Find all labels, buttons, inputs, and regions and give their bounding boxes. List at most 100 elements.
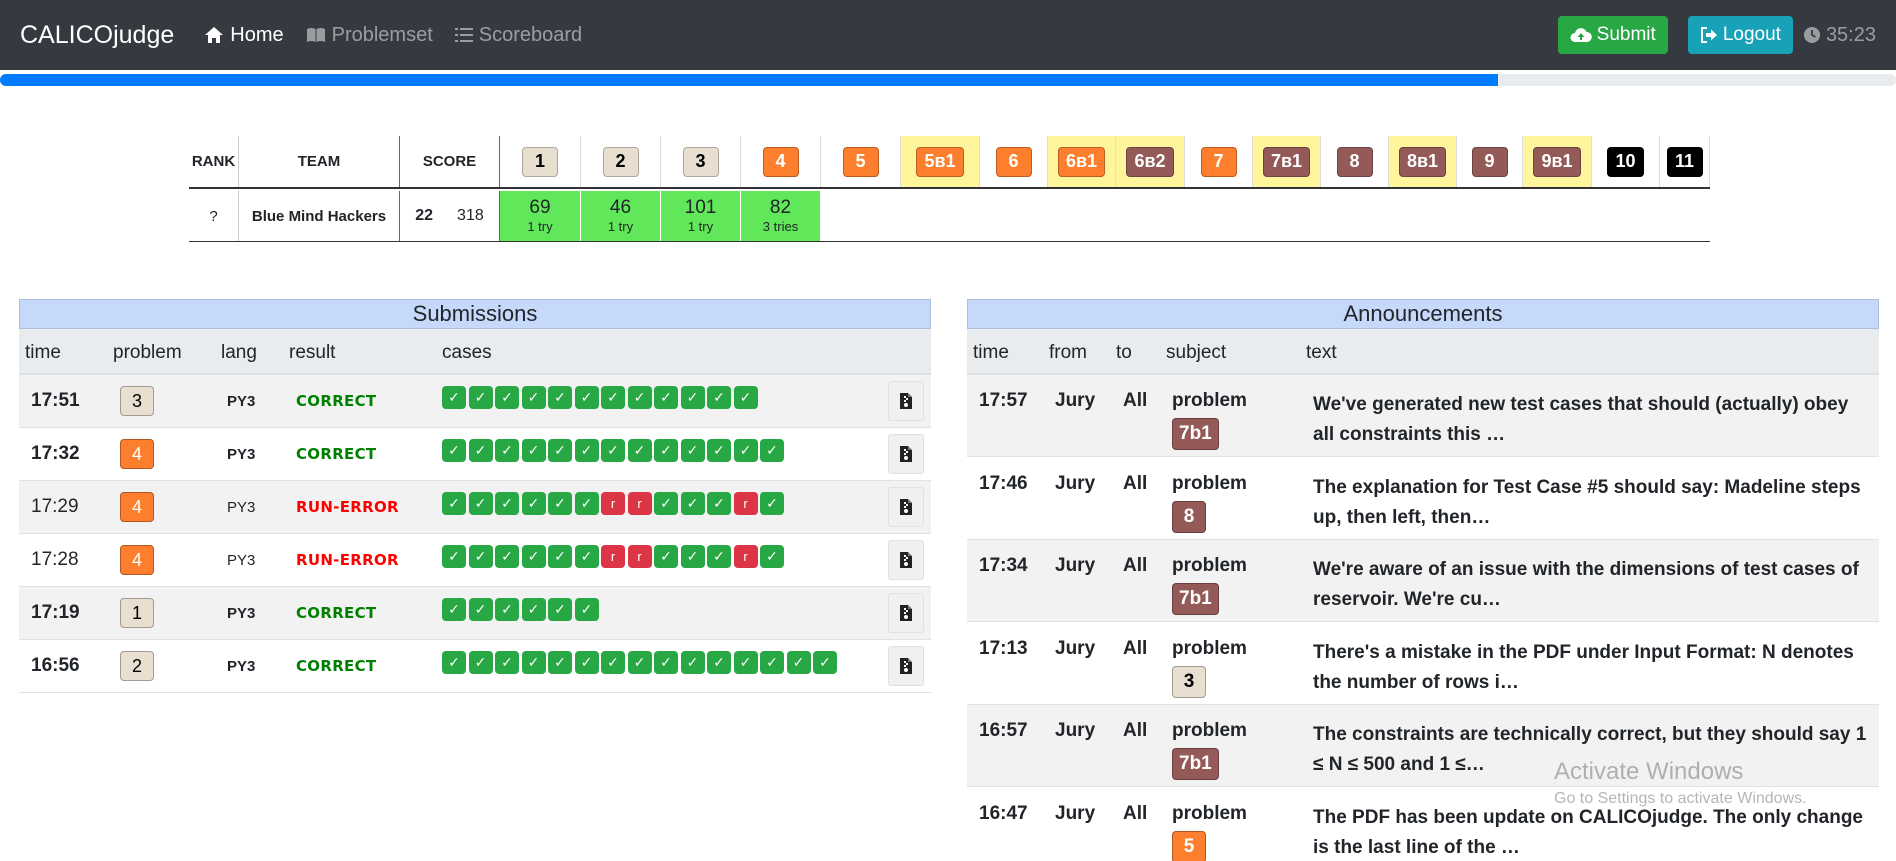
problem-badge[interactable]: 4: [120, 545, 154, 575]
submission-row[interactable]: 17:32 4 PY3 CORRECT ✓ ✓ ✓ ✓ ✓ ✓ ✓ ✓ ✓ ✓ ✓ ✓ ✓: [19, 428, 931, 481]
submission-download: [888, 375, 924, 427]
subject-label: problem: [1172, 555, 1247, 576]
col-subject: subject: [1166, 342, 1227, 363]
nav-home[interactable]: Home: [204, 23, 284, 47]
team-score: 22 318: [400, 191, 500, 241]
problem-badge[interactable]: 6: [995, 146, 1032, 177]
problem-score-cell[interactable]: 82 3 tries: [741, 191, 821, 241]
problem-badge[interactable]: 5: [842, 146, 879, 177]
problem-column-header: 7в1: [1253, 136, 1321, 187]
problem-badge[interactable]: 9в1: [1533, 146, 1581, 177]
test-case-pass: ✓: [733, 650, 758, 674]
problem-column-header: 5: [821, 136, 901, 187]
announcement-row[interactable]: 17:46 Jury All problem 8 The explanation for …: [967, 458, 1879, 540]
download-button[interactable]: [888, 540, 924, 580]
test-case-pass: ✓: [574, 544, 599, 568]
announcement-row[interactable]: 17:57 Jury All problem 7b1 We've generated ne…: [967, 375, 1879, 457]
team-name[interactable]: Blue Mind Hackers: [239, 191, 400, 241]
submissions-header: time problem lang result cases: [19, 329, 931, 375]
problem-badge[interactable]: 6в2: [1126, 146, 1174, 177]
submission-row[interactable]: 17:28 4 PY3 RUN-ERROR ✓ ✓ ✓ ✓ ✓ ✓ r r ✓ ✓ ✓ r ✓: [19, 534, 931, 587]
test-case-pass: ✓: [654, 438, 678, 462]
submission-row[interactable]: 17:19 1 PY3 CORRECT ✓ ✓ ✓ ✓ ✓ ✓: [19, 587, 931, 640]
problem-badge[interactable]: 6в1: [1057, 146, 1106, 177]
problem-badge[interactable]: 1: [522, 146, 558, 177]
announcement-text[interactable]: The PDF has been update on CALICOjudge. …: [1313, 803, 1873, 861]
team-rank: ?: [189, 191, 239, 241]
problem-badge[interactable]: 7b1: [1172, 748, 1219, 780]
submission-time: 17:29: [31, 496, 79, 517]
test-case-pass: ✓: [574, 597, 599, 621]
problem-badge[interactable]: 3: [120, 386, 154, 416]
announcement-from: Jury: [1055, 637, 1096, 659]
announcement-row[interactable]: 17:34 Jury All problem 7b1 We're aware of an …: [967, 540, 1879, 622]
problem-badge[interactable]: 7b1: [1172, 418, 1219, 450]
problem-badge[interactable]: 3: [1172, 665, 1206, 698]
nav-scoreboard[interactable]: Scoreboard: [454, 24, 582, 47]
download-button[interactable]: [888, 646, 924, 686]
problem-badge[interactable]: 2: [120, 651, 154, 681]
download-button[interactable]: [888, 593, 924, 633]
test-case-pass: ✓: [468, 385, 493, 409]
problem-badge[interactable]: 5в1: [916, 146, 964, 177]
test-case-pass: ✓: [442, 438, 466, 462]
problem-score-cell[interactable]: 69 1 try: [500, 191, 581, 241]
test-case-pass: ✓: [521, 597, 546, 621]
problem-badge[interactable]: 4: [762, 146, 799, 177]
problem-score-cell[interactable]: 46 1 try: [581, 191, 661, 241]
col-lang: lang: [221, 342, 257, 363]
submission-problem: 3: [120, 375, 154, 427]
submission-problem: 2: [120, 640, 154, 692]
problem-badge[interactable]: 7: [1200, 146, 1237, 177]
submission-result: CORRECT: [296, 657, 377, 675]
submission-time: 17:28: [31, 549, 79, 570]
download-button[interactable]: [888, 434, 924, 474]
problem-badge[interactable]: 5: [1172, 830, 1206, 861]
download-button[interactable]: [888, 487, 924, 527]
submission-cases: ✓ ✓ ✓ ✓ ✓ ✓: [442, 583, 601, 635]
submission-download: [888, 428, 924, 480]
announcement-row[interactable]: 17:13 Jury All problem 3 There's a mistake in…: [967, 623, 1879, 705]
announcement-text[interactable]: There's a mistake in the PDF under Input…: [1313, 638, 1873, 698]
test-case-pass: ✓: [786, 650, 811, 674]
test-case-pass: ✓: [548, 544, 572, 568]
announcement-to: All: [1123, 720, 1148, 741]
test-case-list: ✓ ✓ ✓ ✓ ✓ ✓ ✓ ✓ ✓ ✓ ✓ ✓ ✓: [442, 438, 787, 462]
brand-logo[interactable]: CALICOjudge: [20, 21, 174, 50]
problem-badge[interactable]: 7b1: [1172, 583, 1219, 615]
submit-label: Submit: [1596, 24, 1656, 45]
problem-badge[interactable]: 3: [682, 146, 719, 177]
team-row[interactable]: ? Blue Mind Hackers 22 318 69 1 try 46 1 tr…: [189, 191, 1710, 242]
problem-badge[interactable]: 8в1: [1398, 146, 1447, 177]
submission-row[interactable]: 17:29 4 PY3 RUN-ERROR ✓ ✓ ✓ ✓ ✓ ✓ r r ✓ ✓ ✓ r ✓: [19, 481, 931, 534]
announcement-text[interactable]: We've generated new test cases that shou…: [1313, 390, 1873, 450]
test-case-pass: ✓: [601, 650, 625, 674]
problem-badge[interactable]: 4: [120, 492, 154, 522]
problem-badge[interactable]: 10: [1607, 146, 1644, 177]
download-button[interactable]: [888, 381, 924, 421]
problem-badge[interactable]: 7в1: [1262, 146, 1311, 177]
submission-row[interactable]: 17:51 3 PY3 CORRECT ✓ ✓ ✓ ✓ ✓ ✓ ✓ ✓ ✓ ✓ ✓ ✓: [19, 375, 931, 428]
watermark-line2: Go to Settings to activate Windows.: [1554, 790, 1807, 807]
problem-score-cell[interactable]: 101 1 try: [661, 191, 741, 241]
problem-points: 69: [529, 197, 551, 218]
problem-badge[interactable]: 8: [1336, 146, 1373, 177]
problem-badge[interactable]: 4: [120, 439, 154, 469]
submission-cases: ✓ ✓ ✓ ✓ ✓ ✓ ✓ ✓ ✓ ✓ ✓ ✓ ✓: [442, 424, 787, 476]
problem-badge[interactable]: 1: [120, 598, 154, 628]
submission-row[interactable]: 16:56 2 PY3 CORRECT ✓ ✓ ✓ ✓ ✓ ✓ ✓ ✓ ✓ ✓ ✓ ✓ ✓ ✓ ✓: [19, 640, 931, 693]
problem-tries: 1 try: [607, 219, 634, 234]
submit-button[interactable]: Submit: [1557, 16, 1668, 54]
nav-home-label: Home: [230, 23, 284, 46]
problem-badge[interactable]: 11: [1666, 146, 1703, 177]
announcement-text[interactable]: We're aware of an issue with the dimensi…: [1313, 555, 1873, 615]
problem-badge[interactable]: 9: [1471, 146, 1508, 177]
test-case-pass: ✓: [680, 650, 705, 674]
problem-badge[interactable]: 2: [602, 146, 639, 177]
logout-button[interactable]: Logout: [1687, 16, 1793, 54]
announcement-text[interactable]: The explanation for Test Case #5 should …: [1313, 473, 1873, 533]
problem-badge[interactable]: 8: [1172, 500, 1206, 533]
problem-column-header: 5в1: [901, 136, 980, 187]
nav-problemset[interactable]: Problemset: [306, 24, 433, 47]
test-case-list: ✓ ✓ ✓ ✓ ✓ ✓ r r ✓ ✓ ✓ r ✓: [442, 544, 787, 568]
